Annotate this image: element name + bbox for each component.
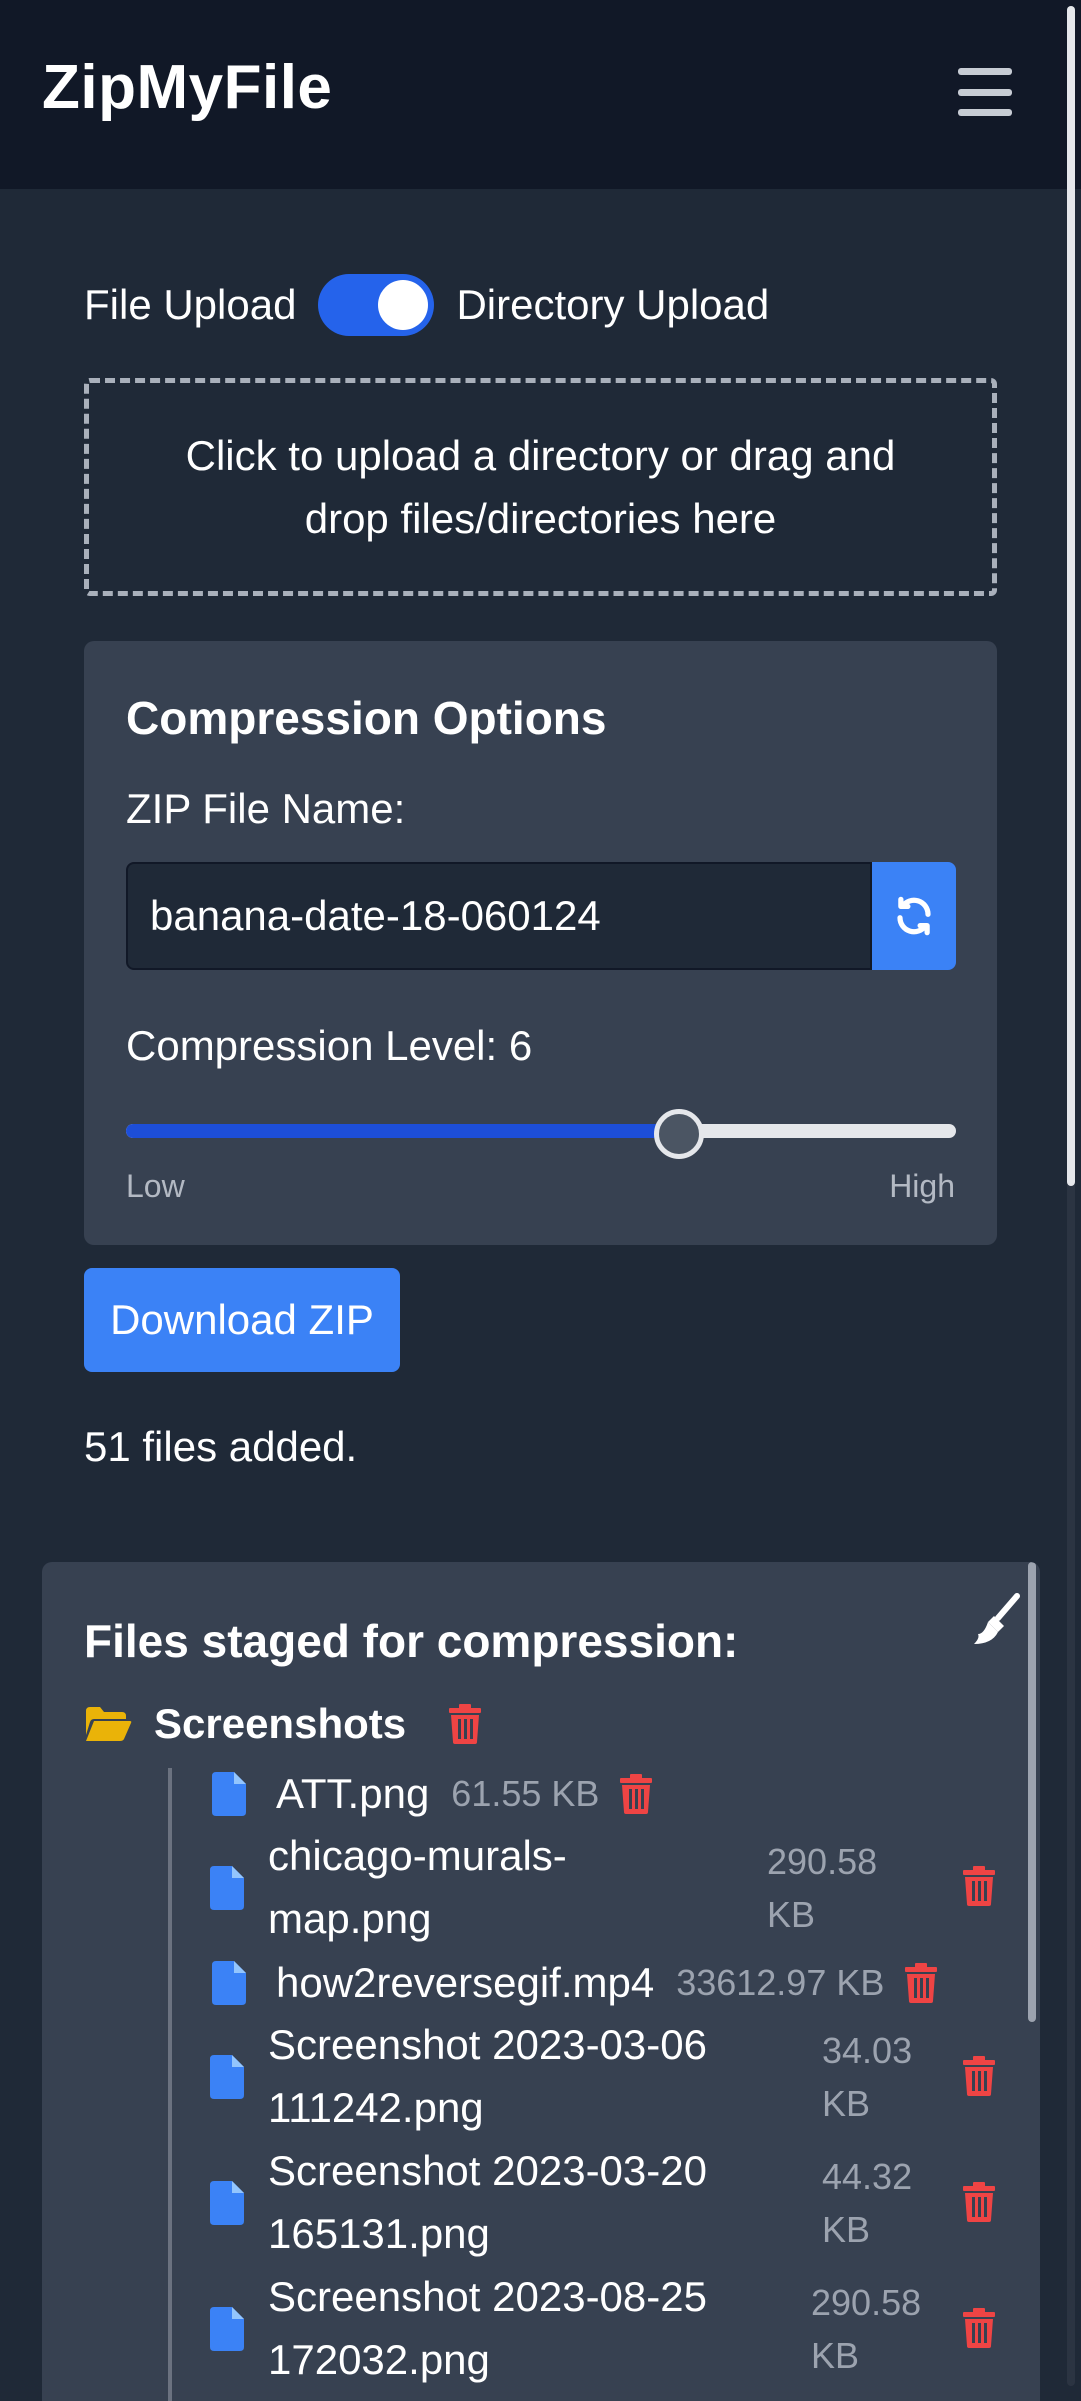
file-icon [210, 2181, 244, 2230]
hamburger-menu-icon[interactable] [958, 68, 1012, 116]
file-size: 33612.97 KB [676, 1962, 885, 2003]
staged-files-title: Files staged for compression: [84, 1615, 739, 1667]
delete-file-trash-icon[interactable] [962, 2056, 996, 2096]
delete-file-trash-icon[interactable] [962, 2182, 996, 2222]
refresh-icon [897, 896, 931, 936]
upload-mode-toggle[interactable] [318, 274, 435, 336]
page-scrollbar[interactable] [1067, 6, 1075, 2386]
file-name-line: 172032.png [268, 2336, 490, 2383]
file-size: 61.55 KB [451, 1773, 600, 1814]
file-size-line: 290.58 [767, 1841, 878, 1882]
regenerate-name-button[interactable] [872, 862, 956, 970]
compression-level-slider[interactable] [126, 1109, 956, 1159]
slider-handle[interactable] [654, 1109, 704, 1159]
file-name[interactable]: chicago-murals- map.png [268, 1824, 567, 1950]
file-name[interactable]: Screenshot 2023-08-25 172032.png [268, 2265, 707, 2391]
zip-name-label: ZIP File Name: [126, 785, 406, 832]
top-bar: ZipMyFile [0, 0, 1081, 189]
file-icon [210, 2307, 244, 2356]
zip-name-input[interactable] [126, 862, 872, 970]
file-size: 290.58 KB [811, 2276, 921, 2382]
file-size-line: KB [767, 1894, 816, 1935]
delete-file-trash-icon[interactable] [962, 1866, 996, 1906]
upload-dropzone[interactable]: Click to upload a directory or drag and … [84, 378, 997, 596]
file-row[interactable]: how2reversegif.mp4 33612.97 KB [210, 1951, 938, 2014]
file-name[interactable]: Screenshot 2023-03-20 165131.png [268, 2139, 707, 2265]
file-size-line: KB [822, 2209, 871, 2250]
toggle-knob [378, 280, 429, 330]
file-name-line: Screenshot 2023-08-25 [268, 2273, 707, 2320]
file-icon [212, 1771, 246, 1816]
upload-mode-row: File Upload Directory Upload [84, 272, 769, 338]
file-count-status: 51 files added. [84, 1423, 358, 1470]
slider-fill [126, 1124, 679, 1138]
folder-name: Screenshots [154, 1700, 407, 1747]
delete-folder-trash-icon[interactable] [448, 1704, 482, 1744]
folder-row[interactable]: Screenshots [84, 1700, 482, 1748]
file-name-line: Screenshot 2023-03-06 [268, 2021, 707, 2068]
file-size-line: KB [811, 2335, 860, 2376]
delete-file-trash-icon[interactable] [619, 1773, 653, 1814]
file-size-line: 290.58 [811, 2282, 922, 2323]
file-size-line: 44.32 [822, 2156, 913, 2197]
compression-options-panel: Compression Options ZIP File Name: Compr… [84, 641, 997, 1245]
folder-open-icon [86, 1707, 132, 1741]
file-upload-label: File Upload [84, 281, 297, 328]
file-name-line: Screenshot 2023-03-20 [268, 2147, 707, 2194]
file-size: 44.32 KB [822, 2150, 912, 2256]
file-name-line: map.png [268, 1895, 432, 1942]
clear-all-broom-icon[interactable] [970, 1592, 1020, 1648]
app-title[interactable]: ZipMyFile [42, 52, 332, 123]
file-name[interactable]: Screenshot 2023-03-06 111242.png [268, 2013, 707, 2139]
file-size-line: KB [822, 2083, 871, 2124]
directory-upload-label: Directory Upload [456, 281, 770, 328]
file-size-line: 34.03 [822, 2030, 913, 2071]
delete-file-trash-icon[interactable] [962, 2308, 996, 2348]
file-name: how2reversegif.mp4 [276, 1959, 655, 2006]
staged-panel-scrollbar[interactable] [1028, 1562, 1036, 2022]
dropzone-text: Click to upload a directory or drag and … [185, 432, 896, 542]
file-size: 290.58 KB [767, 1835, 877, 1941]
delete-file-trash-icon[interactable] [904, 1962, 938, 2003]
compression-options-title: Compression Options [126, 692, 607, 744]
file-name: ATT.png [276, 1770, 430, 1817]
range-high-label: High [889, 1168, 955, 1204]
file-name-line: 165131.png [268, 2210, 490, 2257]
download-zip-button[interactable]: Download ZIP [84, 1268, 400, 1372]
file-icon [212, 1960, 246, 2005]
file-icon [210, 1866, 244, 1915]
file-icon [210, 2055, 244, 2104]
file-row[interactable]: ATT.png 61.55 KB [210, 1762, 653, 1825]
file-size: 34.03 KB [822, 2024, 912, 2130]
file-name-line: chicago-murals- [268, 1832, 567, 1879]
folder-tree-line [168, 1768, 172, 2401]
compression-level-label: Compression Level: 6 [126, 1022, 533, 1069]
file-name-line: 111242.png [268, 2084, 484, 2131]
page-scrollbar-thumb[interactable] [1067, 6, 1075, 1186]
range-low-label: Low [126, 1168, 185, 1204]
